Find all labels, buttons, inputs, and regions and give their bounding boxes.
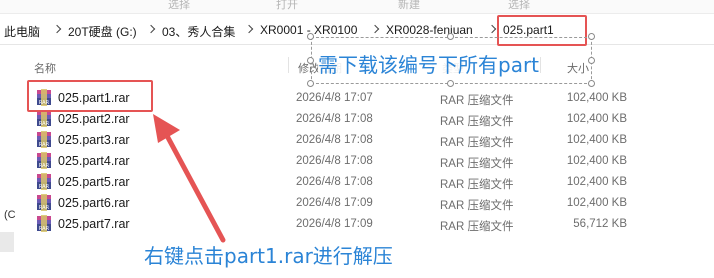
file-row[interactable]: RAR 025.part3.rar 2026/4/8 17:08 RAR 压缩文… <box>28 129 648 150</box>
file-date: 2026/4/8 17:08 <box>296 113 373 125</box>
column-divider[interactable] <box>288 57 289 73</box>
svg-text:RAR: RAR <box>39 163 50 169</box>
file-size: 102,400 KB <box>566 134 627 146</box>
file-date: 2026/4/8 17:09 <box>296 197 373 209</box>
rar-archive-icon: RAR <box>37 173 51 190</box>
resize-handle <box>588 33 595 40</box>
breadcrumb-item[interactable]: 20T硬盘 (G:) <box>68 23 137 40</box>
highlight-box-part1 <box>27 80 153 112</box>
file-date: 2026/4/8 17:08 <box>296 155 373 167</box>
ribbon-item[interactable]: 新建 <box>398 0 420 12</box>
file-type: RAR 压缩文件 <box>440 116 514 128</box>
file-date: 2026/4/8 17:08 <box>296 176 373 188</box>
file-type: RAR 压缩文件 <box>440 137 514 149</box>
svg-text:RAR: RAR <box>39 226 50 232</box>
file-name[interactable]: 025.part5.rar <box>58 175 130 189</box>
svg-text:RAR: RAR <box>39 142 50 148</box>
chevron-right-icon[interactable] <box>146 22 156 36</box>
annotation-arrow <box>153 114 226 243</box>
rar-archive-icon: RAR <box>37 152 51 169</box>
file-date: 2026/4/8 17:07 <box>296 92 373 104</box>
resize-handle <box>307 80 314 87</box>
file-row[interactable]: RAR 025.part6.rar 2026/4/8 17:09 RAR 压缩文… <box>28 192 648 213</box>
breadcrumb-item[interactable]: XR0028-fenjuan <box>386 23 473 37</box>
file-type: RAR 压缩文件 <box>440 95 514 107</box>
file-size: 102,400 KB <box>566 92 627 104</box>
file-name[interactable]: 025.part2.rar <box>58 112 130 126</box>
file-name[interactable]: 025.part6.rar <box>58 196 130 210</box>
file-date: 2026/4/8 17:09 <box>296 218 373 230</box>
file-name[interactable]: 025.part3.rar <box>58 133 130 147</box>
file-type: RAR 压缩文件 <box>440 158 514 170</box>
rar-archive-icon: RAR <box>37 110 51 127</box>
chevron-right-icon[interactable] <box>244 22 254 36</box>
file-type: RAR 压缩文件 <box>440 179 514 191</box>
column-name[interactable]: 名称 <box>34 60 56 76</box>
ribbon-toolbar: 选择 打开 新建 选择 <box>0 0 714 14</box>
annotation-text-top: 需下载该编号下所有part <box>318 49 540 78</box>
resize-handle <box>447 33 454 40</box>
nav-fragment[interactable]: (C <box>4 209 16 221</box>
nav-scrollbar[interactable] <box>0 232 14 252</box>
rar-archive-icon: RAR <box>37 215 51 232</box>
resize-handle <box>588 57 595 64</box>
breadcrumb-item[interactable]: 03、秀人合集 <box>162 23 235 40</box>
file-name[interactable]: 025.part4.rar <box>58 154 130 168</box>
file-size: 102,400 KB <box>566 155 627 167</box>
chevron-right-icon[interactable] <box>487 22 497 36</box>
file-type: RAR 压缩文件 <box>440 200 514 212</box>
file-name[interactable]: 025.part7.rar <box>58 217 130 231</box>
file-row[interactable]: RAR 025.part5.rar 2026/4/8 17:08 RAR 压缩文… <box>28 171 648 192</box>
svg-text:RAR: RAR <box>39 121 50 127</box>
file-row[interactable]: RAR 025.part4.rar 2026/4/8 17:08 RAR 压缩文… <box>28 150 648 171</box>
rar-archive-icon: RAR <box>37 131 51 148</box>
svg-text:RAR: RAR <box>39 184 50 190</box>
rar-archive-icon: RAR <box>37 194 51 211</box>
ribbon-item[interactable]: 打开 <box>276 0 298 12</box>
resize-handle <box>447 80 454 87</box>
chevron-right-icon[interactable] <box>370 22 380 36</box>
svg-text:RAR: RAR <box>39 205 50 211</box>
ribbon-item[interactable]: 选择 <box>168 0 190 12</box>
file-size: 56,712 KB <box>573 218 627 230</box>
resize-handle <box>307 33 314 40</box>
file-row[interactable]: RAR 025.part7.rar 2026/4/8 17:09 RAR 压缩文… <box>28 213 648 234</box>
file-date: 2026/4/8 17:08 <box>296 134 373 146</box>
ribbon-item[interactable]: 选择 <box>508 0 530 12</box>
resize-handle <box>307 57 314 64</box>
resize-handle <box>588 80 595 87</box>
chevron-right-icon[interactable] <box>52 22 62 36</box>
file-size: 102,400 KB <box>566 176 627 188</box>
breadcrumb-item[interactable]: 此电脑 <box>4 23 40 40</box>
annotation-text-bottom: 右键点击part1.rar进行解压 <box>144 244 393 268</box>
file-type: RAR 压缩文件 <box>440 221 514 233</box>
file-size: 102,400 KB <box>566 197 627 209</box>
file-size: 102,400 KB <box>566 113 627 125</box>
